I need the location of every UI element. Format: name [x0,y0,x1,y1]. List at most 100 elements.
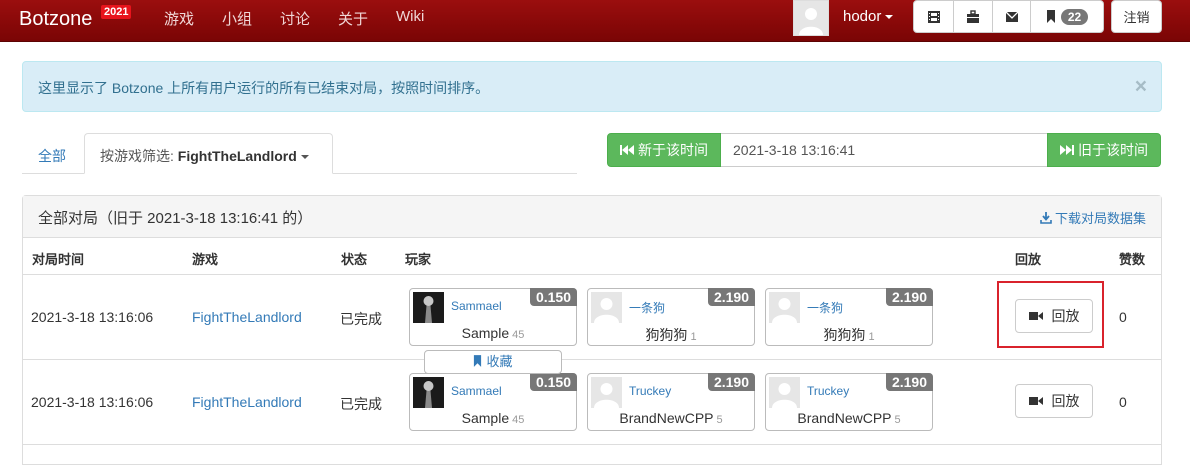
bot-name-link[interactable]: 一条狗 [629,299,665,316]
player-score: 2.190 [885,288,933,306]
player-score: 2.190 [707,373,755,391]
briefcase-icon [967,9,979,23]
player-name: 狗狗狗 [823,327,866,343]
user-avatar [591,292,622,323]
column-header-replay: 回放 [1015,252,1042,267]
bot-version: 5 [894,414,901,426]
header-divider [23,274,1161,275]
bot-name-link[interactable]: 一条狗 [807,299,843,316]
match-status: 已完成 [340,311,382,327]
player-name: 狗狗狗 [645,327,688,343]
messages-button[interactable] [993,1,1031,32]
column-header-game: 游戏 [192,252,219,267]
player-card[interactable]: Truckey 2.190 BrandNewCPP 5 [765,373,933,431]
column-header-status: 状态 [341,252,368,267]
player-name: Sample [461,410,510,426]
bot-version: 45 [512,329,525,341]
favorite-label: 收藏 [486,354,513,369]
tab-all[interactable]: 全部 [38,146,66,166]
bot-name-link[interactable]: Truckey [629,384,671,398]
bot-version: 1 [868,331,875,343]
match-status: 已完成 [340,396,382,412]
replay-label: 回放 [1051,393,1080,409]
replay-button[interactable]: 回放 [1015,384,1093,418]
player-card[interactable]: Truckey 2.190 BrandNewCPP 5 [587,373,755,431]
user-avatar [591,377,622,408]
match-likes: 0 [1119,309,1127,325]
replay-highlight-box [997,281,1104,348]
logout-button[interactable]: 注销 [1111,0,1162,33]
fast-backward-icon [620,145,634,155]
older-than-label: 旧于该时间 [1078,142,1148,158]
match-likes: 0 [1119,394,1127,410]
chevron-down-icon [885,15,894,20]
column-header-time: 对局时间 [32,252,85,267]
player-score: 2.190 [885,373,933,391]
bot-version: 45 [512,414,525,426]
download-dataset-link[interactable]: 下载对局数据集 [1040,208,1146,227]
player-card[interactable]: Sammael 0.150 Sample 45 [409,288,577,346]
match-game-link[interactable]: FightTheLandlord [192,394,302,410]
nav-link-games[interactable]: 游戏 [164,8,194,29]
player-score: 0.150 [529,288,577,306]
user-avatar[interactable] [793,0,829,36]
player-score: 0.150 [529,373,577,391]
download-icon [1040,212,1052,224]
bookmarks-button[interactable]: 22 [1031,1,1103,32]
nav-link-about[interactable]: 关于 [338,8,368,29]
filter-value: FightTheLandlord [177,148,297,164]
brand-year-badge: 2021 [101,5,132,19]
match-time: 2021-3-18 13:16:06 [31,394,154,410]
column-header-likes: 赞数 [1119,252,1146,267]
brand-logo[interactable]: Botzone [19,8,92,31]
bot-avatar [413,377,444,408]
alert-text: 这里显示了 Botzone 上所有用户运行的所有已结束对局，按照时间排序。 [38,80,490,96]
bot-name-link[interactable]: Sammael [451,299,502,313]
bot-version: 1 [690,331,697,343]
film-icon [927,10,940,23]
row-divider [23,359,1161,360]
time-input[interactable] [721,133,1048,167]
download-label: 下载对局数据集 [1054,211,1146,226]
newer-than-button[interactable]: 新于该时间 [607,133,721,167]
nav-link-wiki[interactable]: Wiki [396,8,424,25]
bot-avatar [413,292,444,323]
player-name: Sample [461,325,510,341]
player-card[interactable]: 一条狗 2.190 狗狗狗 1 [765,288,933,346]
column-header-players: 玩家 [405,252,432,267]
bookmark-icon [1046,10,1055,23]
user-tools-group: 22 [913,0,1104,33]
favorite-button[interactable]: 收藏 [424,350,562,374]
chevron-down-icon [300,155,309,160]
bot-version: 5 [716,414,723,426]
panel-heading: 全部对局（旧于 2021-3-18 13:16:41 的） 下载对局数据集 [23,196,1161,238]
newer-than-label: 新于该时间 [638,142,708,158]
bookmark-count-badge: 22 [1060,8,1089,25]
match-time: 2021-3-18 13:16:06 [31,309,154,325]
user-menu[interactable]: hodor [843,8,894,25]
player-card[interactable]: Sammael 0.150 Sample 45 [409,373,577,431]
player-name: BrandNewCPP [619,410,714,426]
briefcase-button[interactable] [954,1,993,32]
film-button[interactable] [914,1,954,32]
fast-forward-icon [1060,145,1074,155]
envelope-icon [1005,11,1018,22]
close-icon[interactable]: × [1135,75,1147,99]
panel-title: 全部对局（旧于 2021-3-18 13:16:41 的） [38,210,313,227]
bot-name-link[interactable]: Sammael [451,384,502,398]
tab-game-filter[interactable]: 按游戏筛选: FightTheLandlord [84,133,333,174]
older-than-button[interactable]: 旧于该时间 [1047,133,1161,167]
player-name: BrandNewCPP [797,410,892,426]
user-avatar [769,377,800,408]
row-divider [23,444,1161,445]
nav-link-discuss[interactable]: 讨论 [280,8,310,29]
info-alert: 这里显示了 Botzone 上所有用户运行的所有已结束对局，按照时间排序。 × [22,61,1162,112]
match-game-link[interactable]: FightTheLandlord [192,309,302,325]
bookmark-icon [474,355,482,367]
filter-prefix: 按游戏筛选: [100,148,178,164]
username-label: hodor [843,8,882,25]
bot-name-link[interactable]: Truckey [807,384,849,398]
nav-link-groups[interactable]: 小组 [222,8,252,29]
video-camera-icon [1028,397,1043,405]
player-card[interactable]: 一条狗 2.190 狗狗狗 1 [587,288,755,346]
